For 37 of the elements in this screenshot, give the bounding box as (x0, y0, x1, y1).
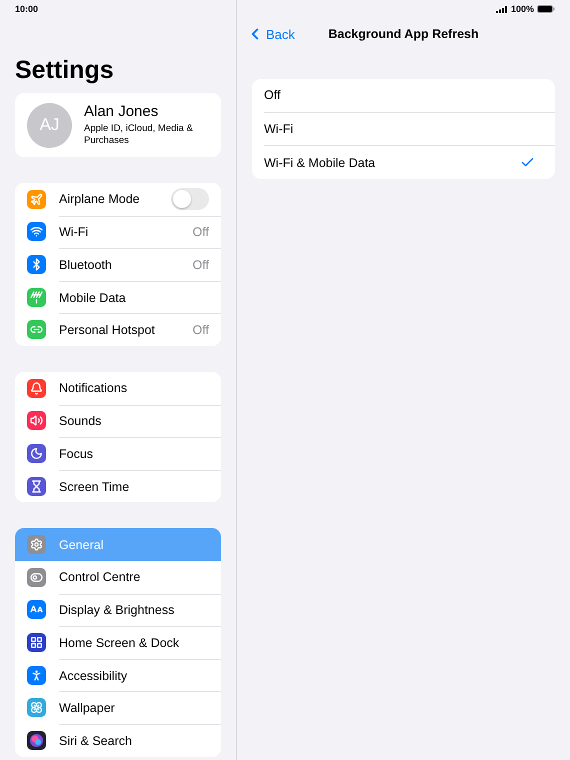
profile-name: Alan Jones (84, 103, 160, 120)
battery-icon (537, 5, 555, 13)
signal-icon (496, 6, 508, 12)
profile-subtitle: Apple ID, iCloud, Media & Purchases (84, 123, 194, 147)
row-label: Control Centre (59, 570, 142, 584)
row-label: Mobile Data (59, 290, 127, 305)
row-label: Notifications (59, 381, 128, 396)
status-time: 10:00 (15, 4, 38, 14)
row-label: Sounds (59, 414, 102, 428)
option-label: Wi-Fi & Mobile Data (264, 156, 376, 170)
option-label: Wi-Fi (264, 122, 294, 136)
option-row[interactable]: Wi-Fi (264, 112, 555, 146)
toggle-switch[interactable] (171, 188, 209, 210)
row-label: Wi-Fi (59, 225, 90, 240)
row-label: General (59, 538, 104, 552)
row-label: Focus (59, 446, 94, 461)
row-label: Display & Brightness (59, 603, 176, 618)
row-value: Off (192, 323, 209, 338)
row-value: Off (192, 258, 209, 272)
page-title: Background App Refresh (328, 27, 479, 41)
avatar: AJ (27, 102, 72, 148)
row-label: Screen Time (59, 480, 130, 494)
row-label: Wallpaper (59, 701, 116, 716)
row-label: Home Screen & Dock (59, 636, 180, 650)
option-row[interactable]: Wi-Fi & Mobile Data (264, 145, 555, 180)
row-label: Personal Hotspot (59, 323, 156, 338)
option-row[interactable]: Off (264, 79, 555, 112)
back-button[interactable]: Back (246, 25, 295, 43)
row-label: Airplane Mode (59, 192, 141, 206)
row-value: Off (192, 225, 209, 240)
option-label: Off (264, 88, 282, 102)
row-label: Accessibility (59, 668, 128, 683)
row-label: Siri & Search (59, 734, 133, 748)
battery-percent: 100% (510, 4, 534, 14)
settings-title: Settings (15, 55, 115, 85)
profile-card[interactable]: AJ Alan Jones Apple ID, iCloud, Media & Purchases (15, 93, 221, 157)
row-label: Bluetooth (59, 258, 113, 272)
